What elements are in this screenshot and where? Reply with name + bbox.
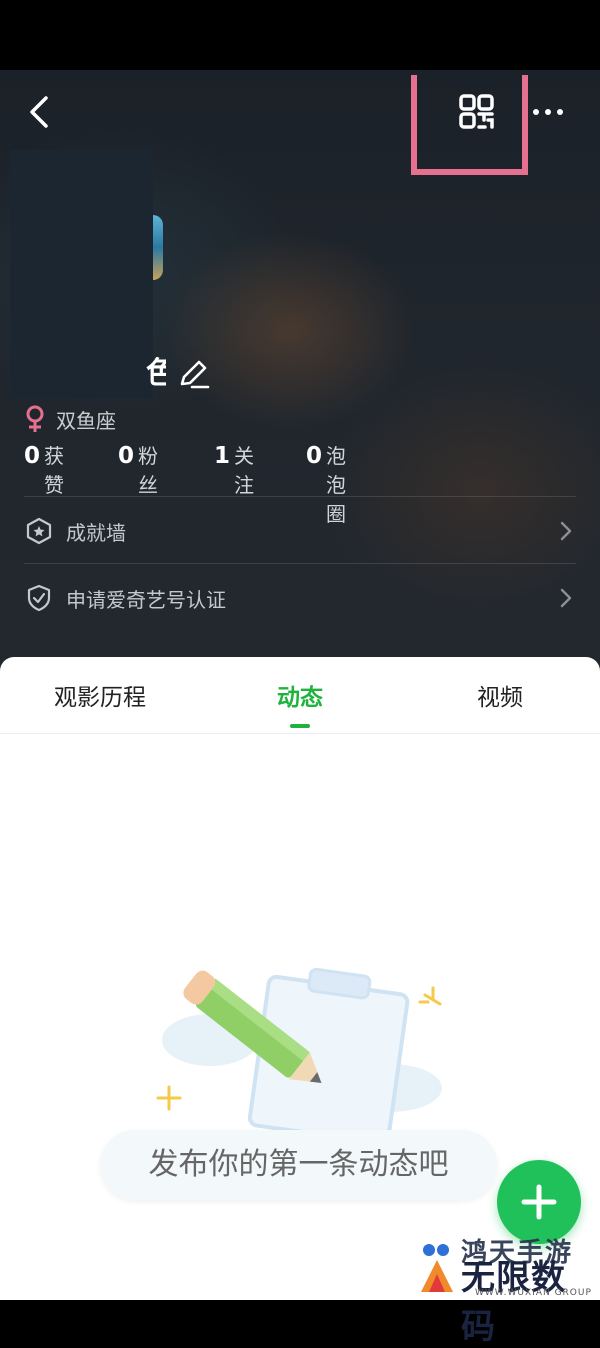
status-bar [0,0,600,70]
back-button[interactable] [22,92,62,132]
plus-icon [521,1184,557,1220]
tab-feed[interactable]: 动态 [250,678,350,714]
stat-following-count: 1 [214,443,231,469]
stat-bubble-circles[interactable]: 0 泡泡圈 [306,440,346,526]
watermark-sub-text: WWW.WUXIAN GROUP [475,1288,592,1298]
watermark: 鸿天手游 无限数码 WWW.WUXIAN GROUP [415,1232,600,1347]
verification-label: 申请爱奇艺号认证 [66,587,226,612]
divider [24,563,576,564]
watermark-logo-icon [421,1244,453,1292]
stat-following[interactable]: 1 关注 [214,440,254,497]
shield-check-icon [27,584,51,612]
stat-bubble-count: 0 [306,443,323,469]
stat-following-label: 关注 [234,444,255,497]
stat-fans[interactable]: 0 粉丝 [118,440,158,497]
back-arrow-icon [30,96,48,128]
pencil-clipboard-illustration [156,967,442,1130]
active-tab-indicator [290,724,310,728]
female-gender-icon [26,405,44,432]
chevron-right-icon [560,588,572,608]
divider [24,496,576,497]
tab-viewing-history[interactable]: 观影历程 [40,678,160,714]
zodiac-label: 双鱼座 [56,408,116,433]
highlight-annotation [411,75,528,175]
more-options-button[interactable] [530,96,566,128]
avatar-image-edge [153,215,163,280]
stat-likes-count: 0 [24,443,41,469]
empty-state-message: 发布你的第一条动态吧 [148,1147,449,1182]
pencil-edit-icon [180,360,210,389]
stat-likes[interactable]: 0 获赞 [24,440,64,497]
zodiac-info: 双鱼座 [24,404,116,434]
watermark-main-text: 无限数码 [461,1258,566,1347]
achievement-wall-row[interactable]: 成就墙 [24,499,576,563]
stat-likes-label: 获赞 [44,444,65,497]
achievement-hexagon-icon [26,517,52,545]
stat-fans-label: 粉丝 [138,444,159,497]
stat-fans-count: 0 [118,443,135,469]
more-dots-icon [533,109,563,115]
username-fragment: 色 [146,357,166,391]
tab-divider [0,733,600,734]
chevron-right-icon [560,521,572,541]
achievement-wall-label: 成就墙 [66,520,126,545]
edit-profile-button[interactable] [176,356,212,392]
verification-row[interactable]: 申请爱奇艺号认证 [24,566,576,630]
avatar[interactable] [10,150,153,398]
tab-video[interactable]: 视频 [450,678,550,714]
